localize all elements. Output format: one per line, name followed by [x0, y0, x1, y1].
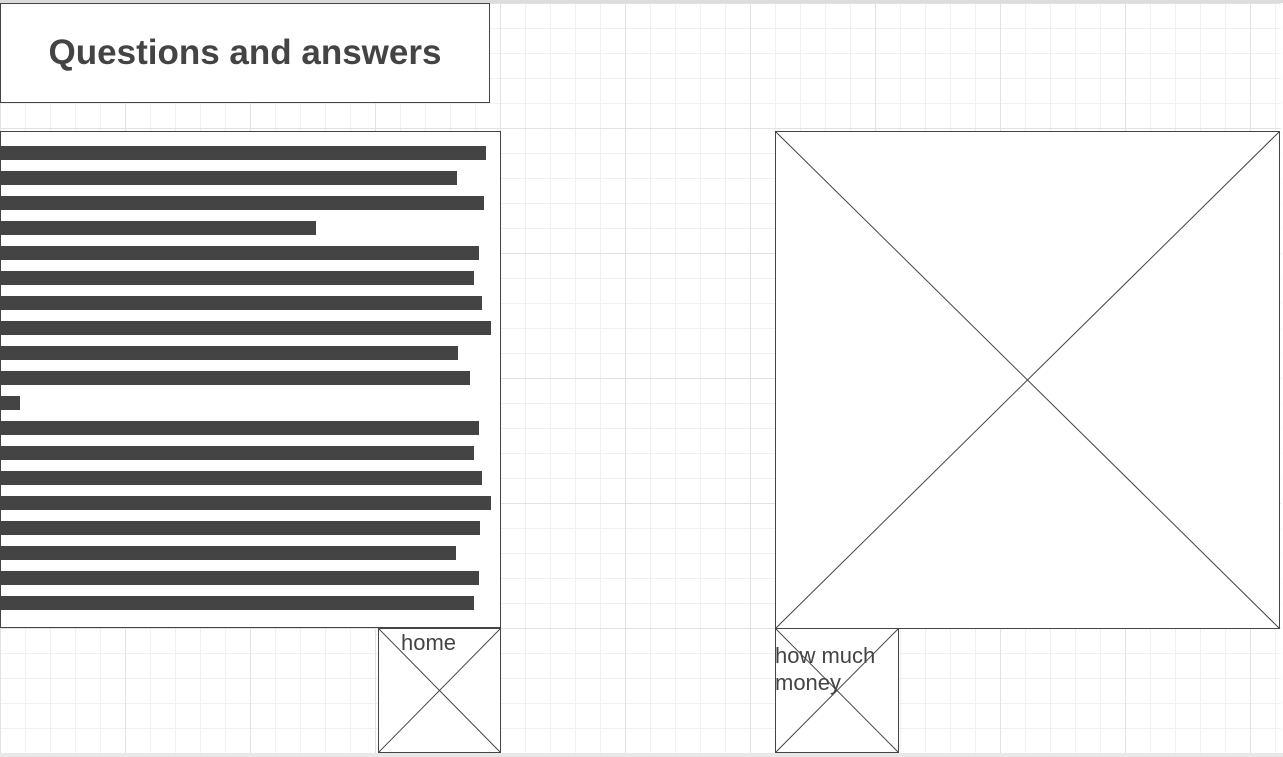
text-line [1, 221, 316, 235]
text-line [1, 596, 474, 610]
text-line [1, 196, 484, 210]
text-line [1, 471, 482, 485]
text-line [1, 371, 470, 385]
text-line [1, 296, 482, 310]
text-line [1, 171, 457, 185]
text-line [1, 346, 458, 360]
how-much-money-button[interactable]: how much money [775, 628, 899, 753]
how-much-money-label: how much money [775, 643, 876, 695]
text-line [1, 571, 479, 585]
text-line [1, 396, 20, 410]
text-line [1, 271, 474, 285]
text-line [1, 446, 474, 460]
canvas-bottom-edge [0, 753, 1283, 757]
image-placeholder-icon [776, 132, 1279, 628]
text-line [1, 146, 486, 160]
page-title: Questions and answers [48, 33, 442, 72]
text-block [0, 131, 501, 628]
page-title-box: Questions and answers [0, 3, 490, 103]
home-button[interactable]: home [378, 628, 501, 753]
text-line [1, 546, 456, 560]
text-line [1, 496, 491, 510]
image-placeholder [775, 131, 1280, 629]
text-line [1, 521, 480, 535]
text-line [1, 321, 491, 335]
home-label: home [401, 630, 457, 655]
text-line [1, 421, 479, 435]
text-line [1, 246, 479, 260]
